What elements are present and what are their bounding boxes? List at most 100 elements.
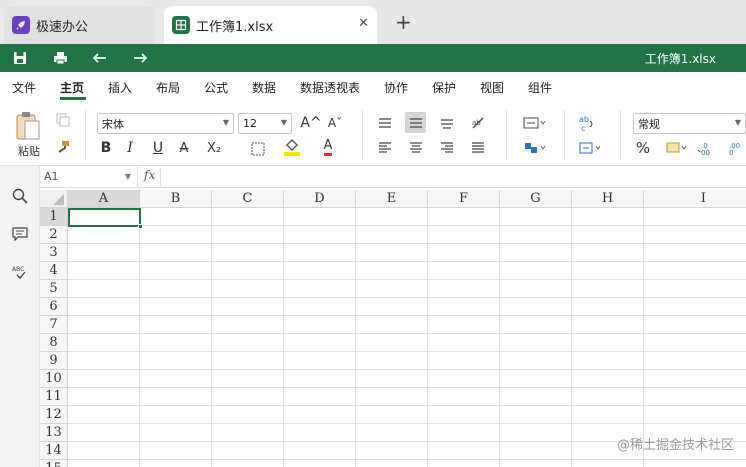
align-right-icon[interactable] <box>437 138 457 158</box>
cell[interactable] <box>68 460 140 467</box>
row-header-4[interactable]: 4 <box>40 262 68 280</box>
paste-label[interactable]: 粘贴 <box>14 144 44 158</box>
cell[interactable] <box>356 442 428 460</box>
cell[interactable] <box>500 370 572 388</box>
format-painter-icon[interactable] <box>54 138 72 156</box>
cell[interactable] <box>140 280 212 298</box>
font-size-select[interactable]: 12 ▼ <box>238 113 292 134</box>
cell[interactable] <box>572 262 644 280</box>
cell[interactable] <box>140 460 212 467</box>
cell[interactable] <box>140 244 212 262</box>
fill-color-icon[interactable] <box>282 136 302 158</box>
cell[interactable] <box>140 226 212 244</box>
cell[interactable] <box>644 316 746 334</box>
cell[interactable] <box>356 280 428 298</box>
tab-workbook[interactable]: 工作簿1.xlsx ✕ <box>164 6 377 44</box>
cell[interactable] <box>212 424 284 442</box>
cell[interactable] <box>644 226 746 244</box>
menu-protect[interactable]: 保护 <box>432 79 456 96</box>
cell[interactable] <box>140 370 212 388</box>
cell[interactable] <box>644 298 746 316</box>
cell[interactable] <box>68 298 140 316</box>
font-name-select[interactable]: 宋体 ▼ <box>97 113 234 134</box>
cell[interactable] <box>212 226 284 244</box>
cell[interactable] <box>140 424 212 442</box>
merge-cells-icon[interactable] <box>520 113 550 133</box>
menu-layout[interactable]: 布局 <box>156 79 180 96</box>
cell[interactable] <box>284 406 356 424</box>
cell[interactable] <box>284 244 356 262</box>
row-header-11[interactable]: 11 <box>40 388 68 406</box>
new-tab-button[interactable]: + <box>395 12 412 32</box>
cell[interactable] <box>140 442 212 460</box>
cell[interactable] <box>212 406 284 424</box>
cell[interactable] <box>500 280 572 298</box>
row-header-6[interactable]: 6 <box>40 298 68 316</box>
row-header-13[interactable]: 13 <box>40 424 68 442</box>
row-header-5[interactable]: 5 <box>40 280 68 298</box>
select-all-corner[interactable] <box>40 190 68 208</box>
cell[interactable] <box>356 388 428 406</box>
menu-plugins[interactable]: 组件 <box>528 79 552 96</box>
tab-speed-office[interactable]: 极速办公 <box>4 6 155 44</box>
menu-insert[interactable]: 插入 <box>108 79 132 96</box>
cell[interactable] <box>68 334 140 352</box>
cell[interactable] <box>356 424 428 442</box>
cell[interactable] <box>68 370 140 388</box>
cell[interactable] <box>572 316 644 334</box>
cell[interactable] <box>644 208 746 226</box>
cell[interactable] <box>212 370 284 388</box>
decrease-font-button[interactable]: Aˇ <box>326 113 344 133</box>
text-orientation-icon[interactable]: ab <box>468 113 496 133</box>
cell[interactable] <box>644 352 746 370</box>
cell[interactable] <box>500 334 572 352</box>
cell[interactable] <box>428 298 500 316</box>
cell[interactable] <box>284 208 356 226</box>
column-header-f[interactable]: F <box>428 190 500 208</box>
row-header-1[interactable]: 1 <box>40 208 68 226</box>
percent-button[interactable]: % <box>634 138 652 158</box>
cell[interactable] <box>572 298 644 316</box>
cell[interactable] <box>500 424 572 442</box>
align-center-icon[interactable] <box>406 138 426 158</box>
column-header-b[interactable]: B <box>140 190 212 208</box>
column-header-g[interactable]: G <box>500 190 572 208</box>
cell[interactable] <box>356 262 428 280</box>
menu-view[interactable]: 视图 <box>480 79 504 96</box>
cell[interactable] <box>284 334 356 352</box>
cell[interactable] <box>644 388 746 406</box>
cell[interactable] <box>284 262 356 280</box>
cell[interactable] <box>428 406 500 424</box>
cell[interactable] <box>572 244 644 262</box>
search-icon[interactable] <box>10 186 30 206</box>
number-format-select[interactable]: 常规 ▼ <box>633 113 746 134</box>
menu-home[interactable]: 主页 <box>60 79 84 96</box>
cell[interactable] <box>212 460 284 467</box>
menu-data[interactable]: 数据 <box>252 79 276 96</box>
cell[interactable] <box>140 406 212 424</box>
cell[interactable] <box>212 244 284 262</box>
cell[interactable] <box>428 460 500 467</box>
column-header-c[interactable]: C <box>212 190 284 208</box>
row-header-2[interactable]: 2 <box>40 226 68 244</box>
cell[interactable] <box>428 226 500 244</box>
cell[interactable] <box>428 316 500 334</box>
cell[interactable] <box>428 262 500 280</box>
cell[interactable] <box>68 244 140 262</box>
copy-icon[interactable] <box>54 111 72 129</box>
spreadsheet-grid[interactable]: ABCDEFGHI 123456789101112131415 <box>40 190 746 467</box>
cell[interactable] <box>284 442 356 460</box>
borders-icon[interactable] <box>248 140 268 158</box>
cell[interactable] <box>284 370 356 388</box>
cell[interactable] <box>572 388 644 406</box>
cell[interactable] <box>68 226 140 244</box>
menu-collaborate[interactable]: 协作 <box>384 79 408 96</box>
cell[interactable] <box>644 244 746 262</box>
cell[interactable] <box>500 388 572 406</box>
cell[interactable] <box>500 208 572 226</box>
cell[interactable] <box>500 442 572 460</box>
row-header-10[interactable]: 10 <box>40 370 68 388</box>
cell[interactable] <box>212 388 284 406</box>
cell[interactable] <box>140 352 212 370</box>
cell[interactable] <box>356 334 428 352</box>
